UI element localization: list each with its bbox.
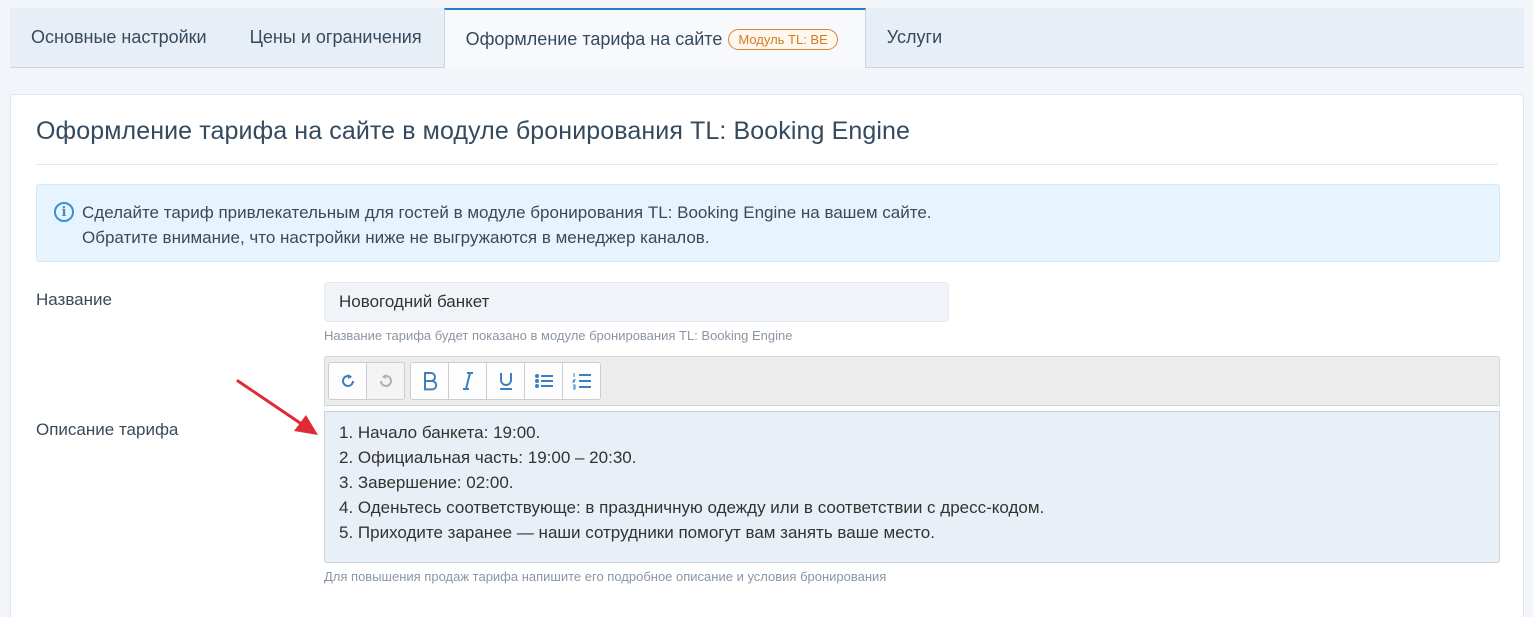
tab-label: Основные настройки <box>31 27 207 47</box>
editor-toolbar <box>324 356 1500 406</box>
bold-icon[interactable] <box>410 362 449 400</box>
tab-basic-settings[interactable]: Основные настройки <box>10 8 229 67</box>
settings-card: Оформление тарифа на сайте в модуле брон… <box>10 94 1524 617</box>
description-editor[interactable]: 1. Начало банкета: 19:00. 2. Официальная… <box>324 411 1500 563</box>
description-line: 3. Завершение: 02:00. <box>339 473 514 492</box>
info-line-1: Сделайте тариф привлекательным для госте… <box>82 203 932 222</box>
bullet-list-icon[interactable] <box>524 362 563 400</box>
name-help-text: Название тарифа будет показано в модуле … <box>324 328 793 343</box>
description-label: Описание тарифа <box>36 420 179 439</box>
module-badge: Модуль TL: BE <box>728 28 838 50</box>
section-title: Оформление тарифа на сайте в модуле брон… <box>36 117 911 145</box>
history-group <box>328 362 405 400</box>
info-alert: i Сделайте тариф привлекательным для гос… <box>36 184 1500 262</box>
redo-icon[interactable] <box>328 362 367 400</box>
undo-icon[interactable] <box>366 362 405 400</box>
tab-services[interactable]: Услуги <box>866 8 964 67</box>
tab-label: Цены и ограничения <box>249 27 422 47</box>
info-line-2: Обратите внимание, что настройки ниже не… <box>82 228 710 247</box>
info-icon: i <box>54 202 74 222</box>
description-help-text: Для повышения продаж тарифа напишите его… <box>324 569 887 584</box>
tab-prices-restrictions[interactable]: Цены и ограничения <box>229 8 444 67</box>
underline-icon[interactable] <box>486 362 525 400</box>
description-line: 5. Приходите заранее — наши сотрудники п… <box>339 523 935 542</box>
format-group <box>410 362 601 400</box>
tab-label: Услуги <box>886 27 943 47</box>
tab-label: Оформление тарифа на сайте <box>465 28 723 49</box>
description-line: 4. Оденьтесь соответствующе: в праздничн… <box>339 498 1045 517</box>
description-line: 1. Начало банкета: 19:00. <box>339 423 541 442</box>
description-line: 2. Официальная часть: 19:00 – 20:30. <box>339 448 637 467</box>
tab-bar: Основные настройки Цены и ограничения Оф… <box>10 8 1524 68</box>
name-label: Название <box>36 290 112 309</box>
divider <box>36 164 1498 165</box>
tab-website-design[interactable]: Оформление тарифа на сайте Модуль TL: BE <box>443 8 866 68</box>
italic-icon[interactable] <box>448 362 487 400</box>
tariff-name-input[interactable]: Новогодний банкет <box>324 282 949 322</box>
annotation-arrow-icon <box>236 379 318 435</box>
numbered-list-icon[interactable] <box>562 362 601 400</box>
